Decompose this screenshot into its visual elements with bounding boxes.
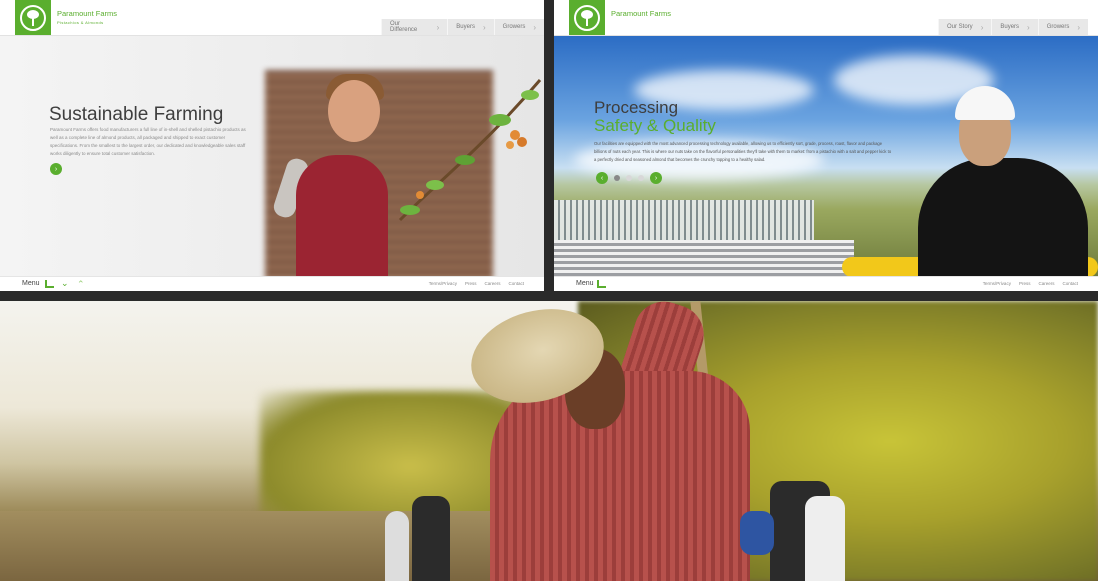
panel-sustainable-farming: Paramount Farms Pistachios & Almonds Our… [0, 0, 544, 291]
prev-button[interactable]: ‹ [596, 172, 608, 184]
footer-contact-link[interactable]: Contact [1062, 281, 1078, 286]
menu-button[interactable]: Menu [22, 280, 40, 287]
nav-growers[interactable]: Growers › [493, 19, 544, 35]
nav-our-story[interactable]: Our Story › [938, 19, 992, 35]
hero-body: Paramount Farms offers food manufacturer… [50, 127, 246, 156]
footer-terms-link[interactable]: Terms/Privacy [429, 281, 457, 286]
main-nav: Our Difference › Buyers › Growers › [381, 19, 544, 35]
menu-icon[interactable] [597, 280, 606, 288]
chevron-right-icon: › [1027, 22, 1030, 32]
site-header: Paramount Farms Pistachios & Almonds Our… [0, 0, 544, 36]
bottom-bar: Menu Terms/Privacy Press Careers Contact [554, 276, 1098, 291]
nav-label: Growers [502, 24, 526, 30]
footer-careers-link[interactable]: Careers [1038, 281, 1054, 286]
worker-figure [918, 158, 1088, 278]
main-nav: Our Story › Buyers › Growers › [938, 19, 1089, 35]
chevron-right-icon: › [980, 22, 984, 32]
nav-buyers[interactable]: Buyers › [991, 19, 1038, 35]
nav-label: Growers [1046, 24, 1070, 30]
boy-head [328, 80, 380, 142]
arrow-right-icon: › [54, 165, 58, 173]
carousel-dot[interactable] [638, 175, 644, 181]
arrow-left-icon: ‹ [600, 174, 604, 182]
pistachio-branch-image [398, 79, 542, 222]
tree-icon [20, 4, 46, 31]
dirt-road [0, 511, 560, 581]
worker-white-shirt [805, 496, 845, 581]
distant-worker [385, 511, 409, 581]
menu-button[interactable]: Menu [576, 280, 594, 287]
arrow-right-icon: › [654, 174, 658, 182]
panel-processing: Paramount Farms Our Story › Buyers › Growe… [554, 0, 1098, 291]
footer-press-link[interactable]: Press [1019, 281, 1031, 286]
site-header: Paramount Farms Our Story › Buyers › Growe… [554, 0, 1098, 36]
brand-tagline: Pistachios & Almonds [57, 20, 104, 25]
orchard-harvest-photo [0, 301, 1098, 581]
chevron-down-icon[interactable]: ⌄ [61, 278, 69, 289]
hero-subtitle: Safety & Quality [594, 116, 716, 135]
chevron-up-icon[interactable]: ⌃ [77, 279, 85, 290]
carousel-controls: ‹ › [596, 172, 662, 184]
conveyor-photo [554, 240, 854, 276]
footer-links: Terms/Privacy Press Careers Contact [429, 281, 524, 286]
footer-careers-link[interactable]: Careers [484, 281, 500, 286]
boy-figure [296, 155, 388, 280]
logo[interactable] [569, 0, 605, 35]
next-button[interactable]: › [50, 163, 62, 175]
next-button[interactable]: › [650, 172, 662, 184]
tree-icon [574, 4, 600, 31]
nav-label: Our Difference [390, 21, 418, 33]
nav-our-difference[interactable]: Our Difference › [381, 19, 448, 35]
hero-body: Our facilities are equipped with the mos… [594, 141, 892, 162]
nav-buyers[interactable]: Buyers › [447, 19, 494, 35]
bottom-bar: Menu ⌄ ⌃ Terms/Privacy Press Careers Con… [0, 276, 544, 291]
chevron-right-icon: › [1077, 22, 1081, 32]
nav-label: Our Story [947, 24, 973, 30]
footer-links: Terms/Privacy Press Careers Contact [983, 281, 1078, 286]
footer-press-link[interactable]: Press [465, 281, 477, 286]
brand-name: Paramount Farms [57, 9, 118, 18]
logo[interactable] [15, 0, 51, 35]
nav-label: Buyers [456, 24, 475, 30]
blue-glove [740, 511, 774, 555]
footer-contact-link[interactable]: Contact [508, 281, 524, 286]
hero-title: Sustainable Farming [49, 104, 224, 125]
carousel-dot[interactable] [614, 175, 620, 181]
brand-name: Paramount Farms [611, 9, 672, 18]
nav-label: Buyers [1000, 24, 1020, 30]
nav-growers[interactable]: Growers › [1037, 19, 1089, 35]
distant-worker [412, 496, 450, 581]
carousel-dot[interactable] [626, 175, 632, 181]
menu-icon[interactable] [45, 280, 54, 288]
chevron-right-icon: › [436, 22, 440, 32]
chevron-right-icon: › [482, 22, 486, 32]
hero-title: Processing [594, 98, 679, 117]
chevron-right-icon: › [533, 22, 536, 32]
footer-terms-link[interactable]: Terms/Privacy [983, 281, 1011, 286]
